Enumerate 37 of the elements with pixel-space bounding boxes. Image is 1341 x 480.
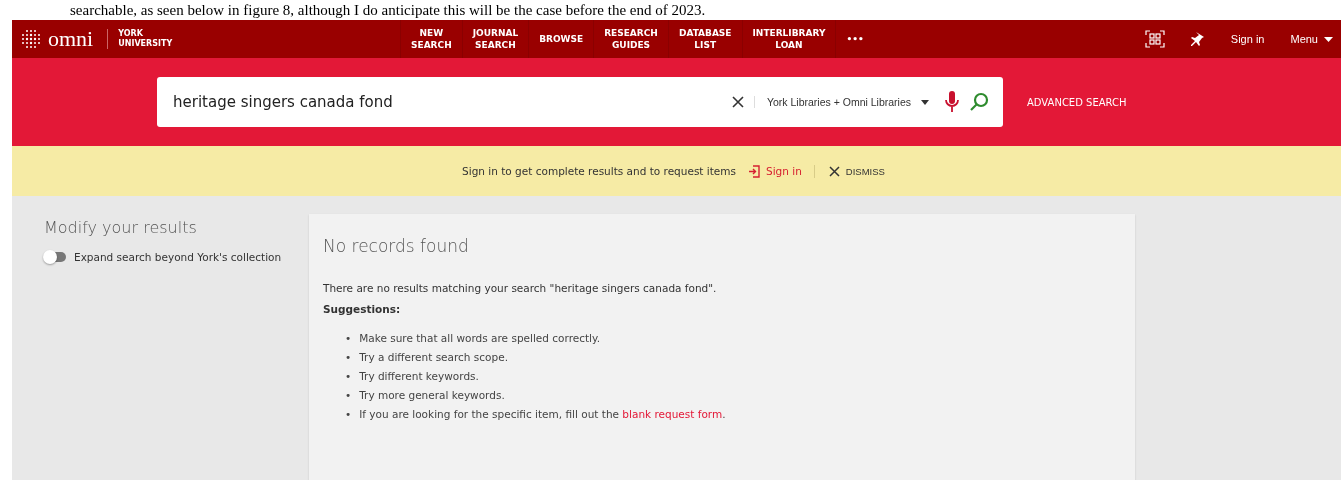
sidebar-title: Modify your results — [44, 218, 198, 237]
bullet-marker: • — [345, 350, 352, 365]
sign-in-link[interactable]: Sign in — [748, 164, 802, 178]
document-text: searchable, as seen below in figure 8, although I do anticipate this will be the case before the end of 2023. — [69, 1, 707, 20]
suggestion-item: Try a different search scope. — [359, 350, 508, 365]
dismiss-button[interactable]: DISMISS — [813, 164, 891, 178]
no-results-message: There are no results matching your search "heritage singers canada fond". — [323, 282, 718, 294]
bullet-marker: • — [345, 331, 352, 346]
suggestion-item: Try different keywords. — [359, 369, 479, 384]
toggle-switch[interactable] — [44, 252, 66, 262]
results-title: No records found — [323, 236, 470, 256]
bullet-marker: • — [345, 388, 352, 403]
suggestion-item: If you are looking for the specific item, fill out the blank request form. — [359, 407, 726, 422]
close-icon — [828, 165, 840, 177]
suggestion-item: Try more general keywords. — [359, 388, 505, 403]
scope-dropdown[interactable]: York Libraries + Omni Libraries — [753, 96, 935, 108]
institution-name: YORK UNIVERSITY — [107, 29, 173, 49]
microphone-icon[interactable] — [945, 91, 959, 113]
bullet-marker: • — [345, 369, 352, 384]
logo-text: omni — [48, 26, 94, 52]
pin-icon[interactable] — [1190, 31, 1205, 47]
suggestion-item: Make sure that all words are spelled correctly. — [359, 331, 601, 346]
bullet-marker: • — [345, 407, 352, 422]
sign-in-icon — [748, 164, 760, 178]
dots-logo-icon — [20, 28, 42, 50]
search-field[interactable]: heritage singers canada fond York Libraries + Omni Libraries — [157, 77, 1003, 127]
menu-button[interactable]: Menu — [1290, 33, 1333, 45]
toggle-label: Expand search beyond York's collection — [74, 251, 282, 263]
suggestions-heading: Suggestions: — [323, 303, 402, 315]
qr-code-icon[interactable] — [1144, 30, 1165, 48]
notice-text: Sign in to get complete results and to request items — [462, 165, 736, 177]
search-icon[interactable] — [969, 92, 989, 112]
advanced-search-link[interactable]: ADVANCED SEARCH — [1027, 96, 1127, 108]
caret-icon — [921, 99, 929, 105]
caret-icon — [1324, 36, 1333, 42]
clear-icon[interactable] — [731, 96, 744, 108]
sign-in-link[interactable]: Sign in — [1230, 33, 1265, 45]
